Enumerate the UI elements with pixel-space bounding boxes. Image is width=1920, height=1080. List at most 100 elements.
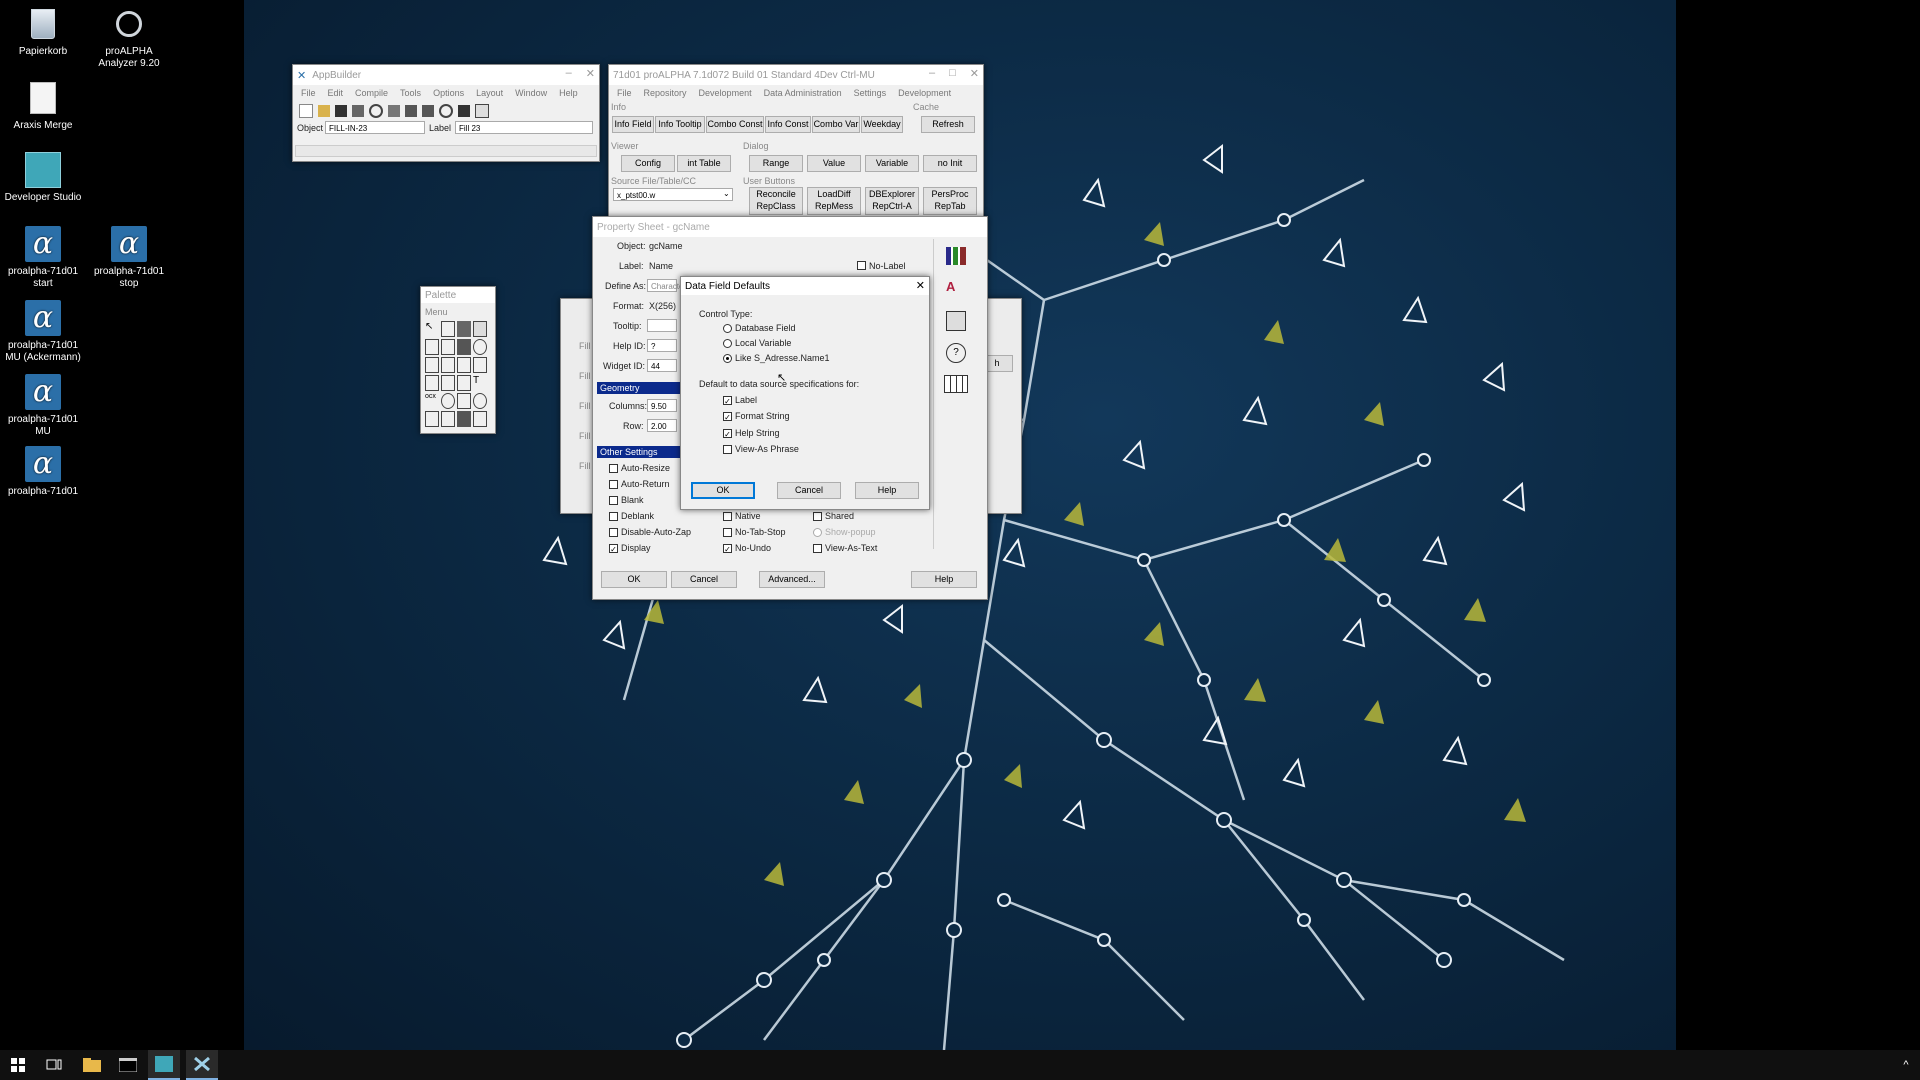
browse-icon[interactable] [473, 321, 487, 337]
ps-ok-button[interactable]: OK [601, 571, 667, 588]
circle-icon[interactable] [473, 393, 487, 409]
menu-help[interactable]: Help [559, 88, 578, 98]
desktop-icon-proalpha-mu-ackermann[interactable]: α proalpha-71d01 MU (Ackermann) [0, 300, 86, 364]
minimize-icon[interactable]: – [566, 67, 572, 80]
menu-development[interactable]: Development [699, 88, 752, 98]
menu-file[interactable]: File [301, 88, 316, 98]
search-icon[interactable] [369, 104, 383, 118]
show-popup-radio[interactable] [813, 528, 822, 537]
dfd-ok-button[interactable]: OK [691, 482, 755, 499]
combo-icon[interactable] [425, 375, 439, 391]
table-grid-icon[interactable] [944, 375, 968, 393]
print-icon[interactable] [352, 105, 364, 117]
no-tab-stop-checkbox[interactable] [723, 528, 732, 537]
dfd-help-button[interactable]: Help [855, 482, 919, 499]
ps-label-value[interactable]: Name [649, 261, 673, 271]
palette-titlebar[interactable]: Palette [421, 287, 495, 303]
weekday-button[interactable]: Weekday [861, 116, 903, 133]
palette-window[interactable]: Palette Menu ↖ T ocx [420, 286, 496, 434]
desktop-icon-developer-studio[interactable]: Developer Studio [0, 152, 86, 204]
font-icon[interactable]: A [946, 279, 966, 297]
fillin-icon[interactable] [441, 357, 455, 373]
row-field[interactable]: 2.00 [647, 419, 677, 432]
menu-edit[interactable]: Edit [328, 88, 344, 98]
auto-resize-checkbox[interactable] [609, 464, 618, 473]
grid-icon[interactable] [473, 411, 487, 427]
value-button[interactable]: Value [807, 155, 861, 172]
dataobject-icon[interactable] [425, 411, 439, 427]
list-icon[interactable] [473, 357, 487, 373]
desktop-icon-araxis-merge[interactable]: Araxis Merge [0, 80, 86, 132]
no-init-button[interactable]: no Init [923, 155, 977, 172]
desktop-icon-proalpha-analyzer[interactable]: proALPHA Analyzer 9.20 [86, 6, 172, 70]
close-icon[interactable]: ✕ [916, 279, 925, 292]
proalpha-titlebar[interactable]: 71d01 proALPHA 7.1d072 Build 01 Standard… [609, 65, 983, 85]
database-field-radio[interactable] [723, 324, 732, 333]
help-id-field[interactable]: ? [647, 339, 677, 352]
custom-icon[interactable] [457, 411, 471, 427]
shared-checkbox[interactable] [813, 512, 822, 521]
frame-icon[interactable] [441, 321, 455, 337]
edit-icon[interactable] [405, 105, 417, 117]
tooltip-field[interactable] [647, 319, 677, 332]
slider-icon[interactable] [441, 375, 455, 391]
menu-file[interactable]: File [617, 88, 632, 98]
config-button[interactable]: Config [621, 155, 675, 172]
combo-const-button[interactable]: Combo Const [706, 116, 764, 133]
ocx-icon[interactable]: ocx [425, 393, 439, 409]
proalpha-window[interactable]: 71d01 proALPHA 7.1d072 Build 01 Standard… [608, 64, 984, 226]
widget-id-field[interactable]: 44 [647, 359, 677, 372]
dfd-titlebar[interactable]: Data Field Defaults ✕ [681, 277, 929, 295]
editor-icon[interactable] [457, 357, 471, 373]
pointer-icon[interactable]: ↖ [425, 321, 439, 337]
combo-var-button[interactable]: Combo Var [812, 116, 860, 133]
text-icon[interactable]: T [473, 375, 487, 391]
find-icon[interactable] [439, 104, 453, 118]
ps-cancel-button[interactable]: Cancel [671, 571, 737, 588]
local-variable-radio[interactable] [723, 339, 732, 348]
save-icon[interactable] [335, 105, 347, 117]
menu-options[interactable]: Options [433, 88, 464, 98]
no-undo-checkbox[interactable]: ✓ [723, 544, 732, 554]
auto-return-checkbox[interactable] [609, 480, 618, 489]
button-icon[interactable] [441, 393, 455, 409]
command-prompt-icon[interactable] [112, 1050, 144, 1080]
reconcile-button[interactable]: Reconcile RepClass [749, 187, 803, 215]
desktop-icon-proalpha-mu[interactable]: α proalpha-71d01 MU [0, 374, 86, 438]
display-checkbox[interactable]: ✓ [609, 544, 618, 554]
dfd-cancel-button[interactable]: Cancel [777, 482, 841, 499]
info-const-button[interactable]: Info Const [765, 116, 811, 133]
property-sheet-titlebar[interactable]: Property Sheet - gcName [593, 217, 987, 237]
ps-advanced-button[interactable]: Advanced... [759, 571, 825, 588]
close-icon[interactable]: ✕ [970, 67, 979, 80]
refresh-button[interactable]: Refresh [921, 116, 975, 133]
label-field[interactable]: Fill 23 [455, 121, 593, 134]
dbexplorer-button[interactable]: DBExplorer RepCtrl-A [865, 187, 919, 215]
radio-icon[interactable] [473, 339, 487, 355]
menu-development-2[interactable]: Development [898, 88, 951, 98]
properties-icon[interactable] [475, 104, 489, 118]
ps-help-button[interactable]: Help [911, 571, 977, 588]
tray-caret-icon[interactable]: ^ [1890, 1050, 1920, 1080]
menu-data-administration[interactable]: Data Administration [764, 88, 842, 98]
maximize-icon[interactable]: □ [949, 67, 956, 80]
query-icon[interactable] [457, 321, 471, 337]
colors-icon[interactable] [946, 247, 966, 265]
appbuilder-window[interactable]: ✕ AppBuilder – ✕ File Edit Compile Tools … [292, 64, 600, 162]
object-field[interactable]: FILL-IN-23 [325, 121, 425, 134]
variable-button[interactable]: Variable [865, 155, 919, 172]
range-button[interactable]: Range [749, 155, 803, 172]
menu-window[interactable]: Window [515, 88, 547, 98]
menu-layout[interactable]: Layout [476, 88, 503, 98]
window-icon[interactable] [425, 339, 439, 355]
native-checkbox[interactable] [723, 512, 732, 521]
windows-start-icon[interactable] [2, 1050, 34, 1080]
help-question-icon[interactable]: ? [946, 343, 966, 363]
smartobject-icon[interactable] [441, 339, 455, 355]
format-value[interactable]: X(256) [649, 301, 676, 311]
frame-properties-icon[interactable] [946, 311, 966, 331]
no-label-checkbox[interactable] [857, 261, 866, 270]
file-explorer-icon[interactable] [76, 1050, 108, 1080]
menu-tools[interactable]: Tools [400, 88, 421, 98]
new-icon[interactable] [299, 104, 313, 118]
